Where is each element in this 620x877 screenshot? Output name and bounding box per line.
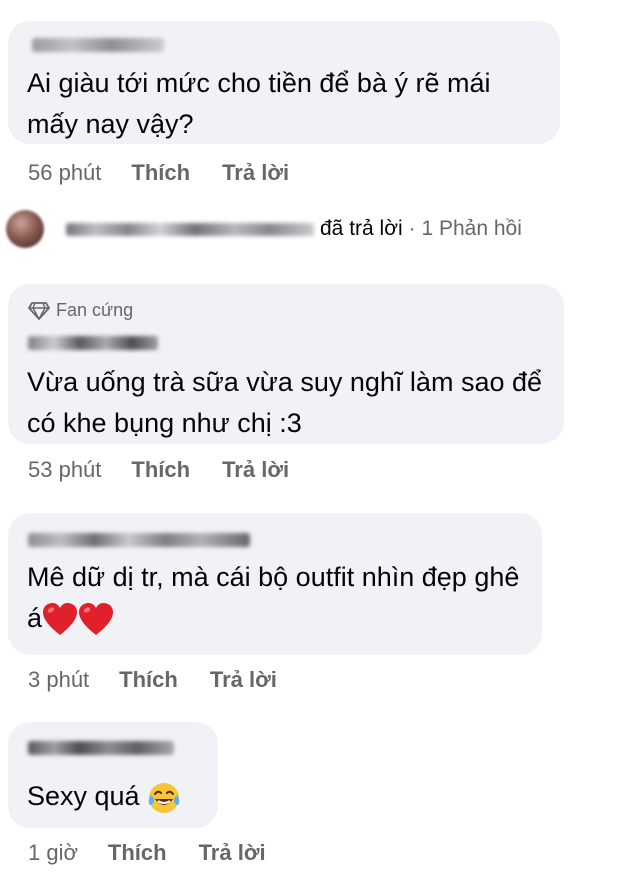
comment-text: Vừa uống trà sữa vừa suy nghĩ làm sao để… <box>27 367 543 438</box>
blurred-author-name[interactable] <box>28 741 174 755</box>
replied-text: đã trả lời <box>320 217 403 240</box>
reply-button[interactable]: Trả lời <box>222 160 289 186</box>
like-button[interactable]: Thích <box>108 840 167 866</box>
comment-actions: 1 giờ Thích Trả lời <box>28 840 266 866</box>
blurred-replier-name <box>66 222 314 236</box>
comment-time[interactable]: 3 phút <box>28 667 89 693</box>
comment-actions: 3 phút Thích Trả lời <box>28 667 277 693</box>
reply-button[interactable]: Trả lời <box>222 457 289 483</box>
like-button[interactable]: Thích <box>119 667 178 693</box>
red-heart-emoji <box>42 602 114 638</box>
fan-badge: Fan cứng <box>28 300 133 321</box>
blurred-author-name[interactable] <box>28 336 158 350</box>
blurred-author-name[interactable] <box>32 38 164 52</box>
reply-button[interactable]: Trả lời <box>199 840 266 866</box>
reply-count[interactable]: · 1 Phản hồi <box>409 217 522 241</box>
avatar[interactable] <box>6 210 44 248</box>
reply-summary[interactable]: đã trả lời · 1 Phản hồi <box>6 210 522 248</box>
reply-button[interactable]: Trả lời <box>210 667 277 693</box>
comment-text: Ai giàu tới mức cho tiền để bà ý rẽ mái … <box>27 68 491 139</box>
comment-time[interactable]: 1 giờ <box>28 840 78 866</box>
blurred-author-name[interactable] <box>28 533 250 547</box>
like-button[interactable]: Thích <box>131 457 190 483</box>
comment-time[interactable]: 53 phút <box>28 457 101 483</box>
fan-badge-label: Fan cứng <box>56 300 134 320</box>
comment-text-content: Sexy quá <box>27 781 140 811</box>
comment-text: Mê dữ dị tr, mà cái bộ outfit nhìn đẹp g… <box>27 557 532 639</box>
comment-text: Sexy quá <box>27 776 207 817</box>
comment-actions: 53 phút Thích Trả lời <box>28 457 289 483</box>
comment-time[interactable]: 56 phút <box>28 160 101 186</box>
diamond-icon <box>28 301 50 320</box>
like-button[interactable]: Thích <box>131 160 190 186</box>
tears-of-joy-emoji <box>147 781 181 815</box>
comment-actions: 56 phút Thích Trả lời <box>28 160 289 186</box>
